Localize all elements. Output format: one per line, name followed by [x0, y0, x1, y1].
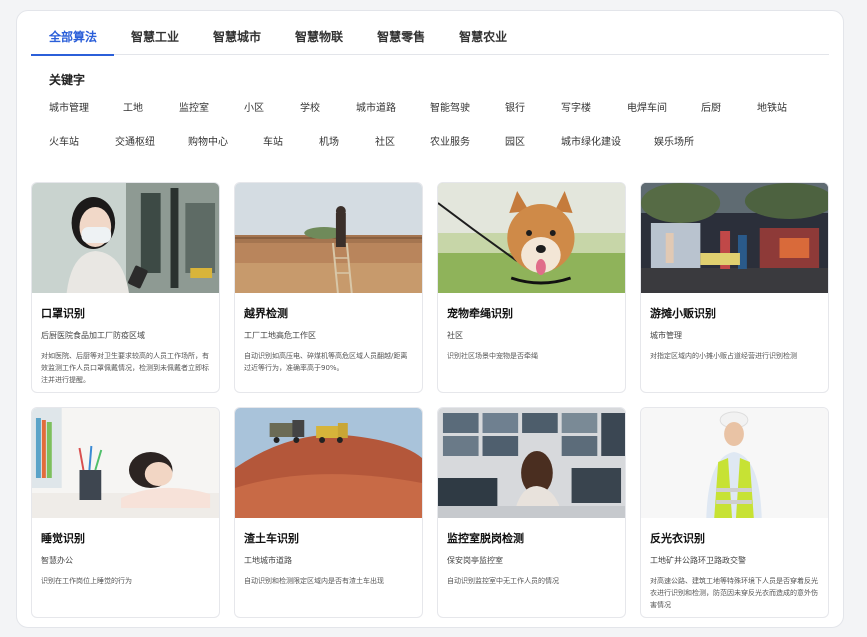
card-title: 监控室脱岗检测	[447, 532, 524, 545]
keyword-item[interactable]: 工地	[123, 99, 143, 114]
card-description: 对如医院、后厨等对卫生要求较高的人员工作场所，有效监测工作人员口罩佩戴情况，检测…	[41, 352, 209, 384]
keyword-item[interactable]: 智能驾驶	[430, 99, 470, 114]
card-description: 自动识别和检测限定区域内是否有渣土车出现	[244, 577, 384, 585]
card-description: 识别社区场景中宠物是否牵绳	[447, 352, 538, 360]
card-scene: 工地矿井公路环卫路政交警	[650, 556, 746, 565]
card-description: 识别在工作岗位上睡觉的行为	[41, 577, 132, 585]
card-scene: 智慧办公	[41, 556, 73, 565]
card-scene: 社区	[447, 331, 463, 340]
card-image-monitor-room	[438, 408, 625, 518]
keyword-item[interactable]: 社区	[375, 133, 395, 148]
card-scene: 后厨医院食品加工厂防疫区域	[41, 331, 145, 340]
card-title: 反光衣识别	[650, 532, 705, 545]
card-title: 宠物牵绳识别	[447, 307, 513, 320]
card-scene: 保安岗亭监控室	[447, 556, 503, 565]
card-scene: 工地城市道路	[244, 556, 292, 565]
keyword-item[interactable]: 后厨	[701, 99, 721, 114]
keyword-item[interactable]: 城市道路	[356, 99, 396, 114]
card-description: 自动识别如高压电、碎煤机等高危区域人员翻越/距离过近等行为，准确率高于90%。	[244, 352, 408, 372]
card-title: 游摊小贩识别	[650, 307, 716, 320]
keyword-item[interactable]: 地铁站	[757, 99, 787, 114]
card-title: 口罩识别	[41, 307, 85, 320]
category-tabs: 全部算法 智慧工业 智慧城市 智慧物联 智慧零售 智慧农业	[31, 21, 829, 56]
keyword-item[interactable]: 娱乐场所	[654, 133, 694, 148]
keyword-item[interactable]: 农业服务	[430, 133, 470, 148]
algorithm-card-monitor-room[interactable]: 监控室脱岗检测 保安岗亭监控室 自动识别监控室中无工作人员的情况	[437, 407, 626, 618]
keyword-item[interactable]: 学校	[300, 99, 320, 114]
keyword-item[interactable]: 机场	[319, 133, 339, 148]
keyword-item[interactable]: 银行	[505, 99, 525, 114]
card-scene: 工厂工地高危工作区	[244, 331, 316, 340]
card-description: 对高速公路、建筑工地等特殊环境下人员是否穿着反光衣进行识别和检测，防范因未穿反光…	[650, 577, 818, 609]
algorithm-panel: 全部算法 智慧工业 智慧城市 智慧物联 智慧零售 智慧农业 关键字 城市管理 工…	[16, 10, 844, 628]
card-title: 睡觉识别	[41, 532, 85, 545]
keyword-item[interactable]: 园区	[505, 133, 525, 148]
card-image-pet-leash	[438, 183, 625, 293]
keyword-item[interactable]: 城市绿化建设	[561, 133, 621, 148]
tab-iot[interactable]: 智慧物联	[278, 21, 360, 55]
card-image-sleep	[32, 408, 219, 518]
keyword-item[interactable]: 写字楼	[561, 99, 591, 114]
keyword-item[interactable]: 交通枢纽	[115, 133, 155, 148]
card-description: 对指定区域内的小摊小贩占道经营进行识别检测	[650, 352, 797, 360]
keywords-title: 关键字	[49, 73, 86, 87]
card-image-reflective-vest	[641, 408, 828, 518]
keyword-item[interactable]: 火车站	[49, 133, 79, 148]
card-scene: 城市管理	[650, 331, 682, 340]
algorithm-card-sleep[interactable]: 睡觉识别 智慧办公 识别在工作岗位上睡觉的行为	[31, 407, 220, 618]
algorithm-card-pet-leash[interactable]: 宠物牵绳识别 社区 识别社区场景中宠物是否牵绳	[437, 182, 626, 393]
keyword-item[interactable]: 城市管理	[49, 99, 89, 114]
tab-retail[interactable]: 智慧零售	[360, 21, 442, 55]
card-title: 越界检测	[244, 307, 288, 320]
algorithm-card-vendor[interactable]: 游摊小贩识别 城市管理 对指定区域内的小摊小贩占道经营进行识别检测	[640, 182, 829, 393]
algorithm-card-boundary[interactable]: 越界检测 工厂工地高危工作区 自动识别如高压电、碎煤机等高危区域人员翻越/距离过…	[234, 182, 423, 393]
card-image-mask	[32, 183, 219, 293]
tab-all[interactable]: 全部算法	[31, 21, 115, 56]
keyword-item[interactable]: 车站	[263, 133, 283, 148]
algorithm-card-mask[interactable]: 口罩识别 后厨医院食品加工厂防疫区域 对如医院、后厨等对卫生要求较高的人员工作场…	[31, 182, 220, 393]
keyword-item[interactable]: 购物中心	[188, 133, 228, 148]
card-image-boundary	[235, 183, 422, 293]
algorithm-card-reflective-vest[interactable]: 反光衣识别 工地矿井公路环卫路政交警 对高速公路、建筑工地等特殊环境下人员是否穿…	[640, 407, 829, 618]
keyword-item[interactable]: 小区	[244, 99, 264, 114]
card-image-vendor	[641, 183, 828, 293]
card-image-muck-truck	[235, 408, 422, 518]
card-title: 渣土车识别	[244, 532, 299, 545]
tab-city[interactable]: 智慧城市	[196, 21, 278, 55]
card-description: 自动识别监控室中无工作人员的情况	[447, 577, 559, 585]
keyword-item[interactable]: 监控室	[179, 99, 209, 114]
algorithm-card-muck-truck[interactable]: 渣土车识别 工地城市道路 自动识别和检测限定区域内是否有渣土车出现	[234, 407, 423, 618]
keyword-item[interactable]: 电焊车间	[627, 99, 667, 114]
tab-agriculture[interactable]: 智慧农业	[442, 21, 524, 55]
tab-industry[interactable]: 智慧工业	[114, 21, 196, 55]
